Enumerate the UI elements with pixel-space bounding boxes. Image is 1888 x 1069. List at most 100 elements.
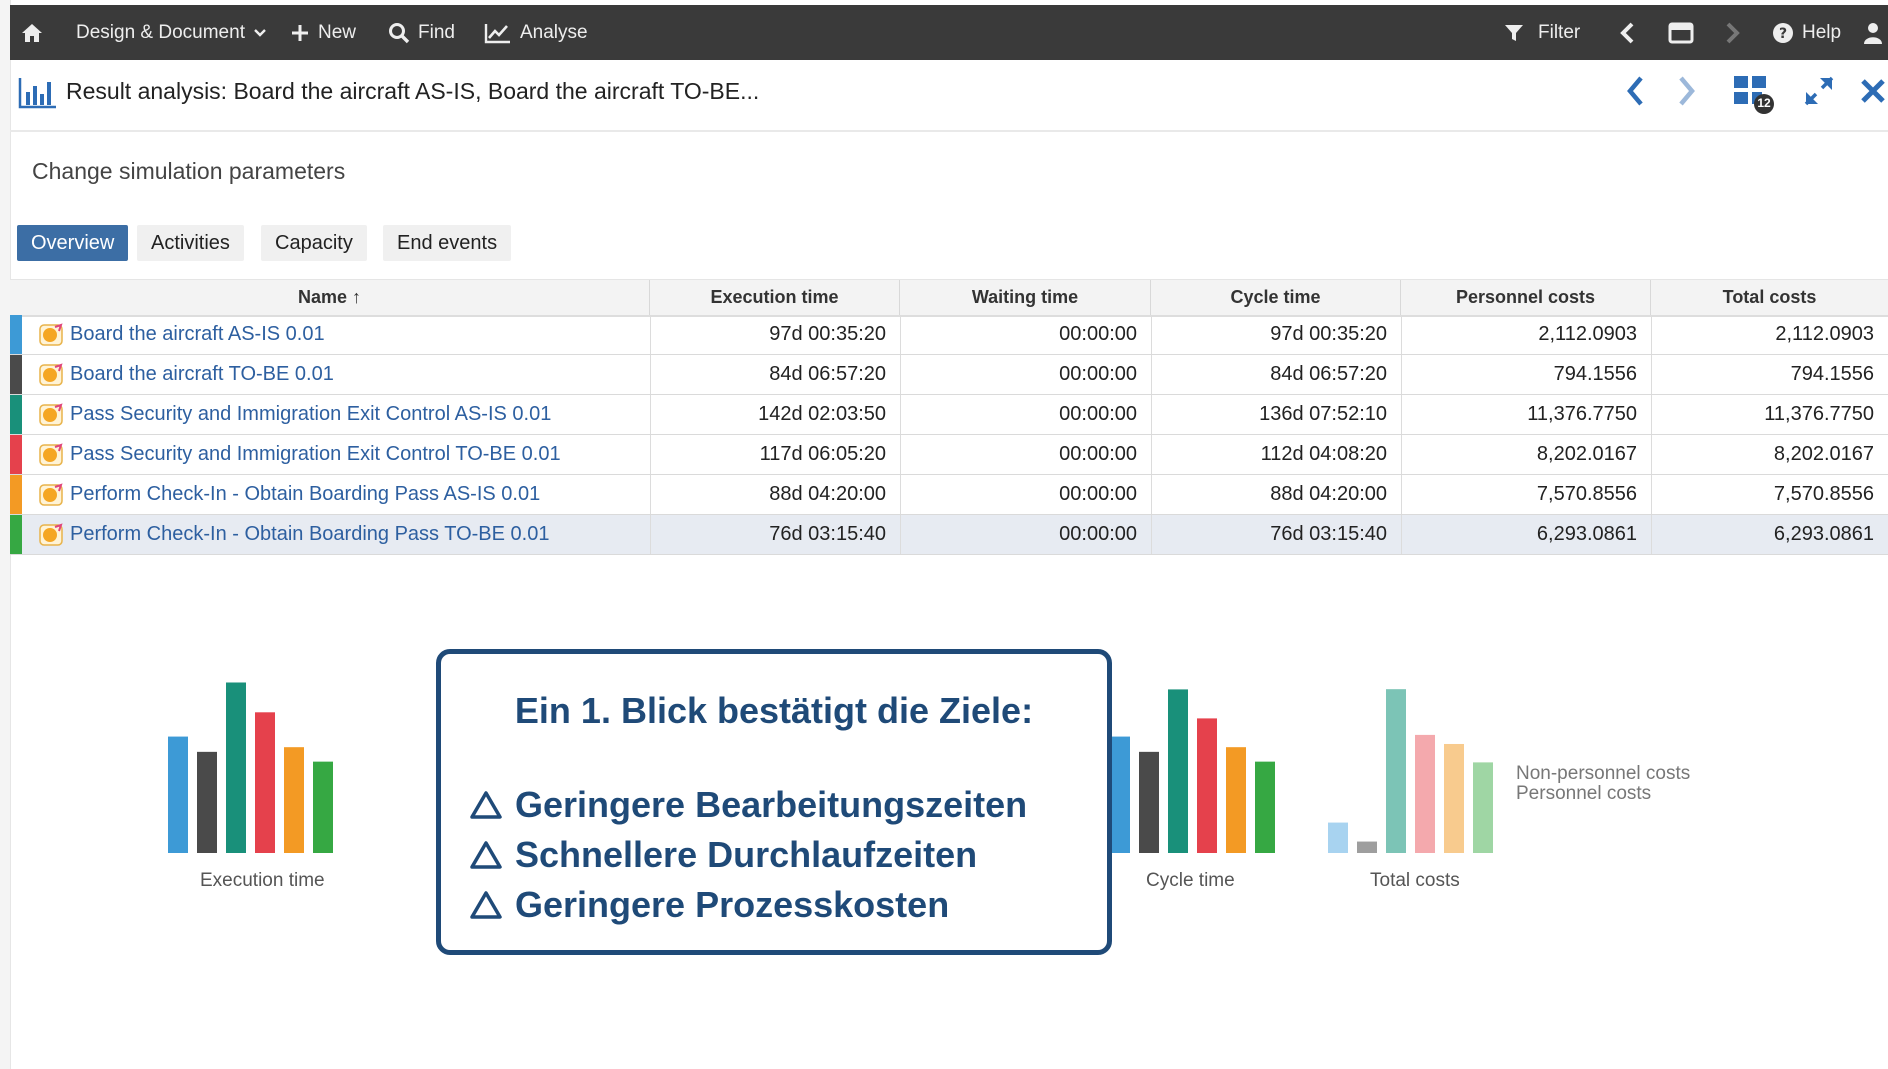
filter-button[interactable]: Filter (1504, 5, 1580, 60)
table-row[interactable]: Pass Security and Immigration Exit Contr… (10, 435, 1888, 475)
cell-total-costs: 8,202.0167 (1651, 435, 1888, 474)
cell-waiting-time: 00:00:00 (900, 355, 1151, 394)
execution-time-chart-title: Execution time (200, 870, 325, 891)
chart-bar (1473, 762, 1493, 853)
table-row[interactable]: Perform Check-In - Obtain Boarding Pass … (10, 515, 1888, 555)
cell-waiting-time: 00:00:00 (900, 475, 1151, 514)
close-icon[interactable] (1858, 74, 1888, 108)
home-icon (22, 23, 42, 42)
column-header-waiting-time[interactable]: Waiting time (900, 280, 1151, 315)
filter-label: Filter (1538, 21, 1581, 43)
table-row[interactable]: Board the aircraft TO-BE 0.01 84d 06:57:2… (10, 355, 1888, 395)
process-name-link[interactable]: Board the aircraft TO-BE 0.01 (70, 355, 334, 394)
find-button[interactable]: Find (388, 5, 455, 60)
cell-total-costs: 6,293.0861 (1651, 515, 1888, 554)
chevron-right-icon (1726, 22, 1740, 43)
cell-execution-time: 117d 06:05:20 (650, 435, 900, 474)
window-title: Result analysis: Board the aircraft AS-I… (66, 78, 760, 104)
cell-waiting-time: 00:00:00 (900, 435, 1151, 474)
change-simulation-parameters-link[interactable]: Change simulation parameters (32, 158, 345, 185)
total-costs-chart-title: Total costs (1370, 870, 1460, 891)
triangle-outline-icon (470, 891, 502, 919)
column-header-execution-time[interactable]: Execution time (650, 280, 900, 315)
row-color-marker (10, 515, 22, 554)
top-menu-bar: Design & Document New Find Analyse Filte… (10, 5, 1888, 60)
window-button[interactable] (1668, 5, 1694, 60)
summary-callout: Ein 1. Blick bestätigt die Ziele: Gering… (436, 649, 1112, 955)
new-button[interactable]: New (290, 5, 356, 60)
table-row[interactable]: Pass Security and Immigration Exit Contr… (10, 395, 1888, 435)
chart-bar (168, 736, 188, 853)
table-row[interactable]: Perform Check-In - Obtain Boarding Pass … (10, 475, 1888, 515)
tab-overview[interactable]: Overview (17, 225, 129, 261)
process-name-link[interactable]: Pass Security and Immigration Exit Contr… (70, 395, 551, 434)
help-button[interactable]: ? Help (1772, 5, 1841, 60)
chart-bar (313, 761, 333, 853)
process-model-icon (39, 483, 63, 506)
execution-time-chart (168, 682, 333, 853)
dashboard-badge: 12 (1757, 96, 1771, 110)
chart-bar (284, 747, 304, 853)
chart-bar (1386, 689, 1406, 853)
process-name-link[interactable]: Perform Check-In - Obtain Boarding Pass … (70, 475, 540, 514)
expand-icon[interactable] (1802, 74, 1836, 108)
user-button[interactable] (1863, 5, 1883, 60)
tab-capacity[interactable]: Capacity (261, 225, 367, 261)
cell-execution-time: 88d 04:20:00 (650, 475, 900, 514)
nav-forward-button[interactable] (1724, 5, 1740, 60)
dashboard-button[interactable]: 12 (1732, 74, 1778, 118)
search-icon (389, 22, 410, 43)
tab-end-events[interactable]: End events (383, 225, 512, 261)
help-icon: ? (1773, 22, 1793, 43)
chart-bar (1197, 718, 1217, 853)
cell-cycle-time: 97d 00:35:20 (1151, 315, 1401, 354)
triangle-outline-icon (470, 841, 502, 869)
cell-total-costs: 2,112.0903 (1651, 315, 1888, 354)
cell-total-costs: 11,376.7750 (1651, 395, 1888, 434)
callout-bullet: Geringere Bearbeitungszeiten (469, 784, 1027, 826)
chart-bar (1168, 689, 1188, 853)
column-header-total-costs[interactable]: Total costs (1651, 280, 1888, 315)
cell-execution-time: 97d 00:35:20 (650, 315, 900, 354)
cycle-time-chart (1112, 689, 1275, 853)
design-document-menu[interactable]: Design & Document (76, 5, 267, 60)
nav-back-button[interactable] (1620, 5, 1636, 60)
analyse-label: Analyse (520, 21, 588, 43)
chart-bar (1357, 841, 1377, 853)
cell-cycle-time: 76d 03:15:40 (1151, 515, 1401, 554)
cell-execution-time: 84d 06:57:20 (650, 355, 900, 394)
home-button[interactable] (20, 5, 44, 60)
process-name-link[interactable]: Board the aircraft AS-IS 0.01 (70, 315, 325, 354)
column-header-name[interactable]: Name ↑ (10, 280, 650, 315)
filter-icon (1505, 24, 1523, 41)
callout-bullet: Geringere Prozesskosten (469, 884, 949, 926)
chart-bar (1444, 743, 1464, 853)
column-header-personnel-costs[interactable]: Personnel costs (1401, 280, 1651, 315)
process-name-link[interactable]: Perform Check-In - Obtain Boarding Pass … (70, 515, 549, 554)
next-result-button[interactable] (1674, 74, 1698, 108)
chart-bar (1328, 822, 1348, 853)
cell-cycle-time: 136d 07:52:10 (1151, 395, 1401, 434)
previous-result-button[interactable] (1624, 74, 1648, 108)
cell-personnel-costs: 11,376.7750 (1401, 395, 1651, 434)
process-model-icon (39, 443, 63, 466)
find-label: Find (418, 21, 455, 43)
legend-non-personnel-costs: Non-personnel costs (1516, 763, 1691, 784)
table-row[interactable]: Board the aircraft AS-IS 0.01 97d 00:35:2… (10, 315, 1888, 355)
process-name-link[interactable]: Pass Security and Immigration Exit Contr… (70, 435, 561, 474)
user-icon (1864, 22, 1882, 44)
chevron-left-icon (1620, 22, 1634, 43)
chart-line-icon (484, 23, 510, 43)
column-header-cycle-time[interactable]: Cycle time (1151, 280, 1401, 315)
cell-cycle-time: 84d 06:57:20 (1151, 355, 1401, 394)
row-color-marker (10, 315, 22, 354)
analyse-button[interactable]: Analyse (484, 5, 588, 60)
cell-total-costs: 7,570.8556 (1651, 475, 1888, 514)
cell-personnel-costs: 7,570.8556 (1401, 475, 1651, 514)
tab-activities[interactable]: Activities (137, 225, 244, 261)
cycle-time-chart-title: Cycle time (1146, 870, 1235, 891)
process-model-icon (39, 403, 63, 426)
new-label: New (318, 21, 357, 43)
chart-bar (1139, 751, 1159, 853)
total-costs-legend: Non-personnel costs Personnel costs (1516, 764, 1690, 804)
